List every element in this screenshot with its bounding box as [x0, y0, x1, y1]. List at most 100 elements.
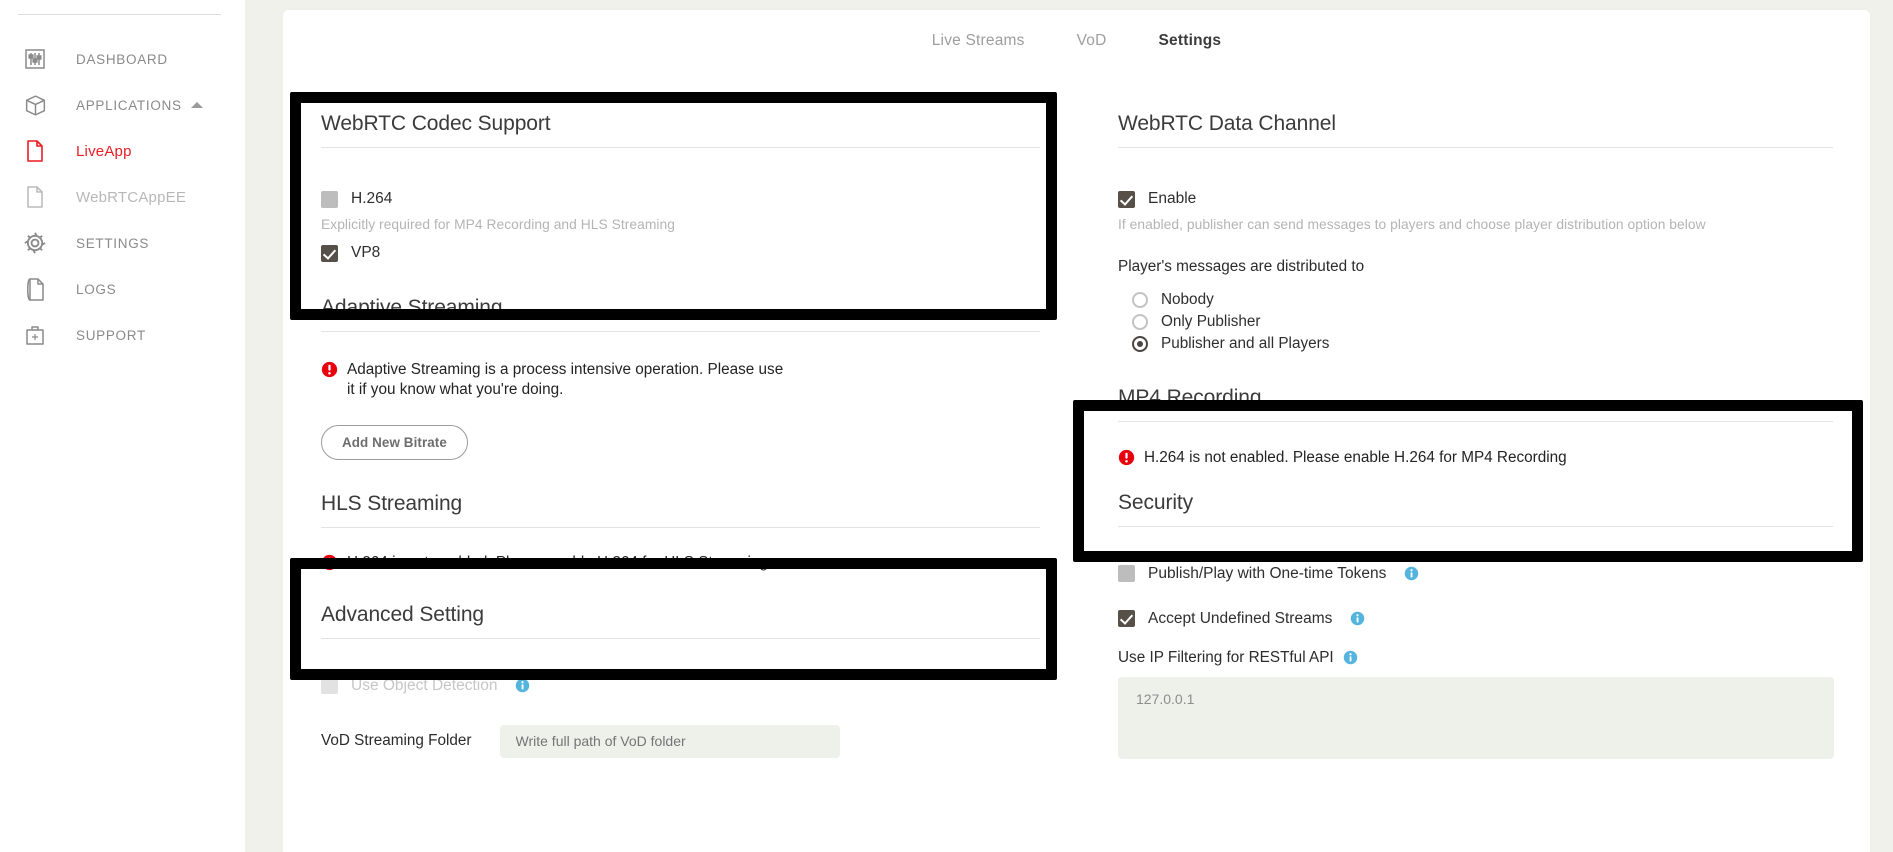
data-channel-help-text: If enabled, publisher can send messages … [1118, 217, 1833, 232]
data-channel-enable-checkbox[interactable] [1118, 191, 1135, 208]
sidebar-item-support[interactable]: SUPPORT [0, 312, 245, 358]
sidebar: DASHBOARD APPLICATIONS Liv [0, 0, 245, 852]
section-rule [1118, 526, 1833, 527]
sidebar-item-label: WebRTCAppEE [76, 189, 186, 206]
settings-card: Live Streams VoD Settings WebRTC Codec S… [283, 10, 1870, 852]
vp8-checkbox-row[interactable]: VP8 [321, 244, 1040, 262]
adaptive-warning: Adaptive Streaming is a process intensiv… [321, 360, 791, 399]
section-title: Advanced Setting [321, 603, 1040, 638]
section-rule [321, 527, 1040, 528]
vod-folder-input[interactable] [500, 725, 840, 758]
section-title: WebRTC Codec Support [321, 112, 1040, 147]
section-rule [321, 638, 1040, 639]
app-root: DASHBOARD APPLICATIONS Liv [0, 0, 1893, 852]
info-icon[interactable] [1343, 650, 1358, 665]
right-column: WebRTC Data Channel Enable If enabled, p… [1076, 84, 1869, 764]
ip-filter-textarea[interactable] [1118, 677, 1834, 759]
radio-label: Nobody [1161, 291, 1214, 309]
settings-columns: WebRTC Codec Support H.264 Explicitly re… [283, 84, 1870, 764]
object-detection-row: Use Object Detection [321, 677, 1040, 695]
sidebar-item-label: SETTINGS [76, 236, 149, 251]
file-icon [20, 182, 50, 212]
one-time-tokens-label: Publish/Play with One-time Tokens [1148, 565, 1386, 583]
section-webrtc-data-channel: WebRTC Data Channel Enable If enabled, p… [1118, 84, 1833, 355]
add-new-bitrate-button[interactable]: Add New Bitrate [321, 425, 468, 460]
vp8-label: VP8 [351, 244, 380, 262]
radio-button[interactable] [1132, 336, 1148, 352]
one-time-tokens-row[interactable]: Publish/Play with One-time Tokens [1118, 565, 1833, 583]
sidebar-item-applications[interactable]: APPLICATIONS [0, 82, 245, 128]
radio-publisher-and-all-players[interactable]: Publisher and all Players [1132, 333, 1833, 355]
warning-icon [321, 554, 338, 571]
tab-vod[interactable]: VoD [1077, 32, 1107, 50]
sidebar-divider [18, 14, 221, 15]
distribution-label: Player's messages are distributed to [1118, 258, 1833, 276]
sidebar-item-label: APPLICATIONS [76, 98, 182, 113]
section-security: Security Publish/Play with One-time Toke… [1118, 468, 1833, 764]
section-mp4-recording: MP4 Recording H.264 is not enabled. Plea… [1118, 355, 1833, 468]
warning-icon [1118, 449, 1135, 466]
vod-folder-label: VoD Streaming Folder [321, 732, 472, 750]
adaptive-warning-text: Adaptive Streaming is a process intensiv… [347, 360, 791, 399]
object-detection-checkbox [321, 677, 338, 694]
radio-only-publisher[interactable]: Only Publisher [1132, 311, 1833, 333]
section-rule [1118, 147, 1833, 148]
info-icon[interactable] [1404, 566, 1419, 581]
radio-label: Only Publisher [1161, 313, 1260, 331]
left-column: WebRTC Codec Support H.264 Explicitly re… [283, 84, 1076, 764]
sidebar-item-settings[interactable]: SETTINGS [0, 220, 245, 266]
chevron-up-icon[interactable] [191, 102, 203, 108]
accept-undefined-streams-row[interactable]: Accept Undefined Streams [1118, 610, 1833, 628]
h264-help-text: Explicitly required for MP4 Recording an… [321, 217, 1040, 232]
vod-folder-row: VoD Streaming Folder [321, 725, 1040, 758]
sidebar-item-liveapp[interactable]: LiveApp [0, 128, 245, 174]
accept-undefined-streams-label: Accept Undefined Streams [1148, 610, 1332, 628]
section-advanced-setting: Advanced Setting Use Object Detection [321, 573, 1040, 758]
sidebar-item-dashboard[interactable]: DASHBOARD [0, 36, 245, 82]
info-icon[interactable] [1350, 611, 1365, 626]
box-icon [20, 90, 50, 120]
section-title: HLS Streaming [321, 492, 1040, 527]
section-title: MP4 Recording [1118, 386, 1833, 421]
sidebar-item-label: LOGS [76, 282, 116, 297]
briefcase-icon [20, 320, 50, 350]
ip-filter-label: Use IP Filtering for RESTful API [1118, 649, 1334, 666]
mp4-warning: H.264 is not enabled. Please enable H.26… [1118, 448, 1833, 468]
data-channel-enable-label: Enable [1148, 190, 1196, 208]
radio-label: Publisher and all Players [1161, 335, 1329, 353]
sidebar-item-logs[interactable]: LOGS [0, 266, 245, 312]
file-icon [20, 136, 50, 166]
gear-icon [20, 228, 50, 258]
radio-button[interactable] [1132, 292, 1148, 308]
section-adaptive-streaming: Adaptive Streaming Adaptive Streaming is… [321, 262, 1040, 460]
h264-checkbox[interactable] [321, 191, 338, 208]
section-title: Security [1118, 491, 1833, 526]
section-rule [1118, 421, 1833, 422]
radio-button[interactable] [1132, 314, 1148, 330]
vp8-checkbox[interactable] [321, 245, 338, 262]
section-title: Adaptive Streaming [321, 296, 1040, 331]
h264-label: H.264 [351, 190, 392, 208]
radio-nobody[interactable]: Nobody [1132, 289, 1833, 311]
one-time-tokens-checkbox[interactable] [1118, 565, 1135, 582]
mp4-warning-text: H.264 is not enabled. Please enable H.26… [1144, 448, 1567, 468]
log-icon [20, 274, 50, 304]
sidebar-item-label: SUPPORT [76, 328, 146, 343]
tab-settings[interactable]: Settings [1159, 32, 1222, 50]
section-webrtc-codec-support: WebRTC Codec Support H.264 Explicitly re… [321, 84, 1040, 262]
info-icon[interactable] [515, 678, 530, 693]
h264-checkbox-row[interactable]: H.264 [321, 190, 1040, 208]
object-detection-label: Use Object Detection [351, 677, 497, 695]
section-title: WebRTC Data Channel [1118, 112, 1833, 147]
sidebar-item-label: DASHBOARD [76, 52, 168, 67]
sidebar-item-webrtcappee[interactable]: WebRTCAppEE [0, 174, 245, 220]
hls-warning: H.264 is not enabled. Please enable H.26… [321, 553, 1040, 573]
sliders-icon [20, 44, 50, 74]
accept-undefined-streams-checkbox[interactable] [1118, 610, 1135, 627]
sidebar-item-label: LiveApp [76, 143, 132, 160]
tab-bar: Live Streams VoD Settings [283, 32, 1870, 50]
sidebar-nav-list: DASHBOARD APPLICATIONS Liv [0, 36, 245, 358]
tab-live-streams[interactable]: Live Streams [932, 32, 1025, 50]
section-rule [321, 331, 1040, 332]
data-channel-enable-row[interactable]: Enable [1118, 190, 1833, 208]
